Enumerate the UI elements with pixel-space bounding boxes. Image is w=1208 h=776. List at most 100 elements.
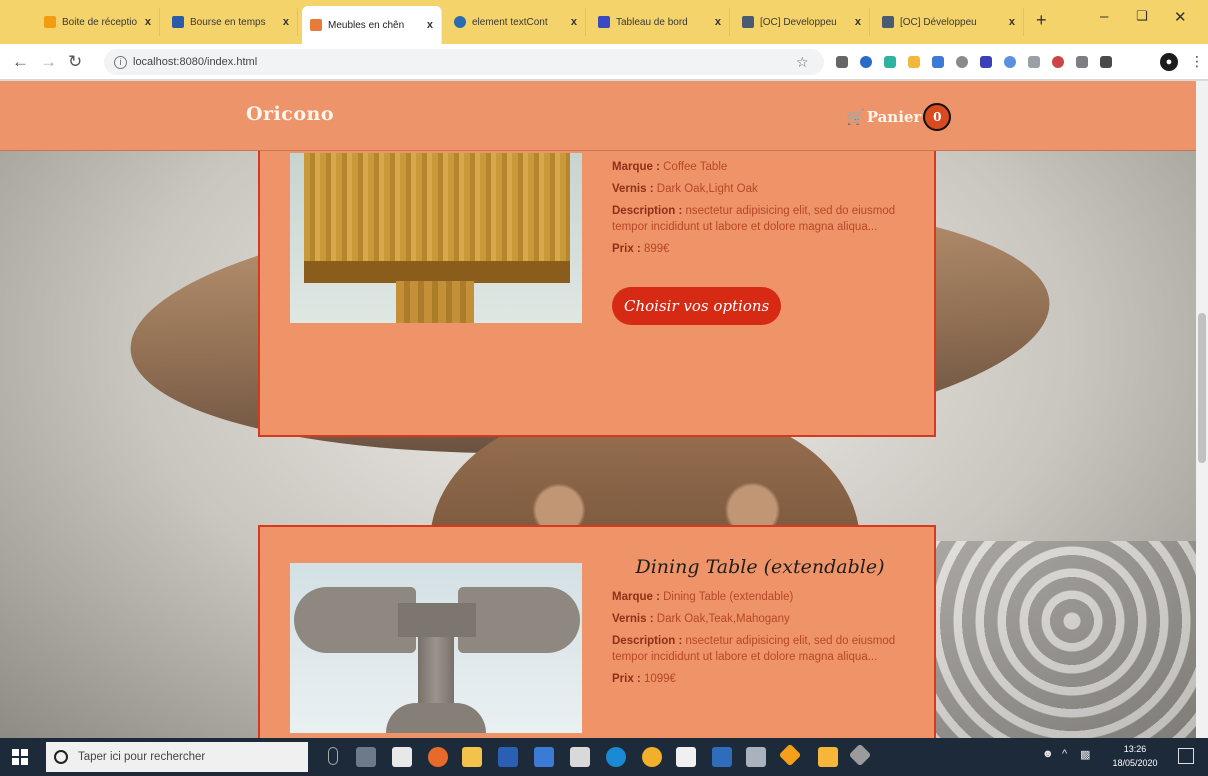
app-icon[interactable] [712,747,732,767]
page-scrollbar[interactable] [1196,81,1208,738]
product-price-row: Prix : 1099€ [612,671,908,687]
browser-tab-active[interactable]: Meubles en chên x [302,6,442,44]
tab-close-icon[interactable]: x [427,19,433,31]
minimize-icon[interactable]: – [1100,8,1108,25]
cart-label: Panier [866,108,922,126]
dining-table-foot-image [386,703,486,733]
back-icon[interactable]: ← [12,52,29,72]
extension-icon[interactable] [1028,56,1040,68]
tab-title: Tableau de bord [616,16,688,28]
product-brand-row: Marque : Dining Table (extendable) [612,589,908,605]
url-field[interactable]: i localhost:8080/index.html [104,49,824,75]
coffee-table-edge-image [304,261,570,283]
browser-tab[interactable]: [OC] Developpeu x [734,8,870,36]
taskbar-search-placeholder: Taper ici pour rechercher [78,751,206,763]
close-window-icon[interactable]: ✕ [1174,8,1187,26]
people-icon[interactable]: ☻ [1042,748,1054,760]
page-viewport: Oricono 🛒 Panier 0 Marque : Coffee Table… [0,81,1208,738]
skype-icon[interactable] [606,747,626,767]
extension-icon[interactable] [980,56,992,68]
description-label: Description : [612,205,683,217]
dining-table-extension-image [398,603,476,637]
product-brand-row: Marque : Coffee Table [612,159,908,175]
extension-icon[interactable] [1076,56,1088,68]
site-favicon-icon [882,16,894,28]
scrollbar-thumb[interactable] [1198,313,1206,463]
site-favicon-icon [454,16,466,28]
browser-tab[interactable]: element textCont x [446,8,586,36]
outlook-icon[interactable] [534,747,554,767]
sublime-icon[interactable] [818,747,838,767]
network-icon[interactable]: ▩ [1080,748,1090,761]
site-favicon-icon [172,16,184,28]
product-image[interactable] [290,563,582,733]
taskbar-search-input[interactable]: Taper ici pour rechercher [46,742,308,772]
product-varnish-row: Vernis : Dark Oak,Light Oak [612,181,908,197]
task-view-icon[interactable] [356,747,376,767]
app-icon[interactable] [746,747,766,767]
varnish-value: Dark Oak,Light Oak [656,183,758,195]
menu-kebab-icon[interactable]: ⋮ [1190,53,1204,70]
extension-icon[interactable] [860,56,872,68]
bookmark-star-icon[interactable]: ☆ [796,54,809,71]
tab-title: [OC] Développeu [900,16,977,28]
taskbar-clock[interactable]: 13:26 18/05/2020 [1108,742,1162,770]
site-favicon-icon [742,16,754,28]
firefox-icon[interactable] [428,747,448,767]
extension-icon[interactable] [932,56,944,68]
info-icon[interactable]: i [114,55,127,69]
browser-tab[interactable]: Bourse en temps x [164,8,298,36]
app-icon[interactable] [676,747,696,767]
restore-icon[interactable]: ❏ [1136,8,1148,24]
tab-close-icon[interactable]: x [715,16,721,28]
product-image[interactable] [290,153,582,323]
choose-options-button[interactable]: Choisir vos options [612,287,782,325]
browser-tab[interactable]: [OC] Développeu x [874,8,1024,36]
price-label: Prix : [612,243,641,255]
browser-tab[interactable]: Tableau de bord x [590,8,730,36]
tray-chevron-icon[interactable]: ^ [1062,748,1067,760]
new-tab-icon[interactable]: + [1036,10,1047,31]
mail-favicon-icon [44,16,56,28]
extension-icon[interactable] [956,56,968,68]
microphone-icon[interactable] [328,747,338,765]
extension-icon[interactable] [1100,56,1112,68]
app-icon[interactable] [848,743,872,767]
tab-close-icon[interactable]: x [855,16,861,28]
price-value: 899€ [643,243,670,255]
site-favicon-icon [310,19,322,31]
product-varnish-row: Vernis : Dark Oak,Teak,Mahogany [612,611,908,627]
product-card: Dining Table (extendable) Marque : Dinin… [258,525,936,738]
extension-icon[interactable] [908,56,920,68]
windows-start-icon[interactable] [12,749,28,765]
notification-icon[interactable] [1178,748,1194,764]
varnish-value: Dark Oak,Teak,Mahogany [656,613,790,625]
extension-icon[interactable] [1004,56,1016,68]
product-details: Dining Table (extendable) Marque : Dinin… [612,558,908,693]
tab-close-icon[interactable]: x [1009,16,1015,28]
tab-close-icon[interactable]: x [145,16,151,28]
brand-logo[interactable]: Oricono [246,103,334,125]
app-icon[interactable] [778,743,802,767]
chrome-icon[interactable] [642,747,662,767]
dining-table-leaf-image [458,587,580,653]
extension-icon[interactable] [1052,56,1064,68]
reload-icon[interactable]: ↻ [68,52,82,72]
tab-title: Bourse en temps [190,16,266,28]
browser-tab[interactable]: Boite de réceptio x [36,8,160,36]
extension-icon[interactable] [836,56,848,68]
cart-link[interactable]: 🛒 Panier 0 [846,103,952,131]
profile-avatar-icon[interactable]: ● [1160,53,1178,71]
file-explorer-icon[interactable] [462,747,482,767]
extension-icon[interactable] [884,56,896,68]
store-icon[interactable] [392,747,412,767]
calculator-icon[interactable] [570,747,590,767]
product-details: Marque : Coffee Table Vernis : Dark Oak,… [612,159,908,325]
forward-icon[interactable]: → [40,52,57,72]
tab-close-icon[interactable]: x [283,16,289,28]
tab-title: Boite de réceptio [62,16,138,28]
tab-close-icon[interactable]: x [571,16,577,28]
brand-value: Dining Table (extendable) [663,591,794,603]
word-icon[interactable] [498,747,518,767]
cortana-icon [54,750,68,764]
